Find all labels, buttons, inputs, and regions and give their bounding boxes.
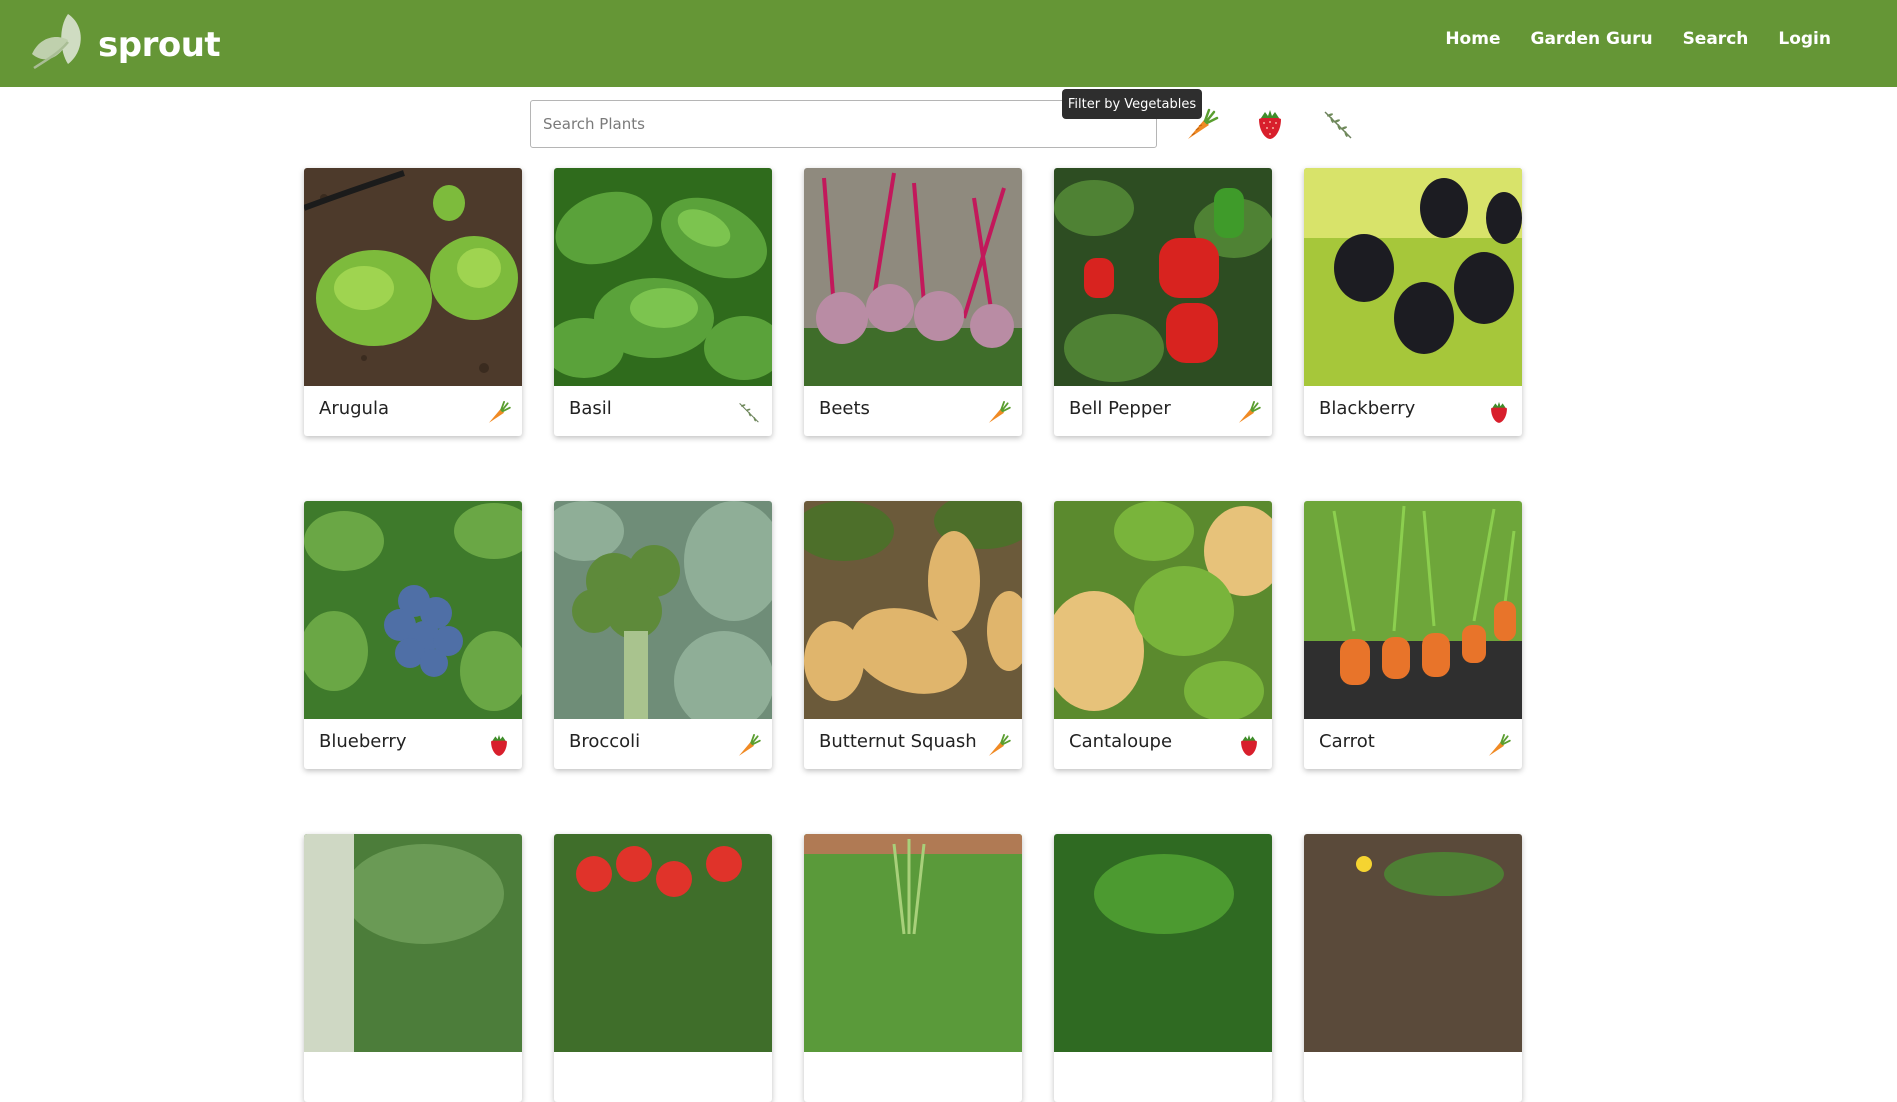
- filter-fruits-button[interactable]: [1252, 106, 1288, 142]
- plant-image: [804, 501, 1022, 719]
- plant-image: [804, 168, 1022, 386]
- plant-name: Beets: [819, 398, 870, 419]
- plant-card[interactable]: [554, 834, 772, 1102]
- plant-image: [1304, 834, 1522, 1052]
- plant-image: [304, 834, 522, 1052]
- plant-card-carrot[interactable]: Carrot: [1304, 501, 1522, 769]
- strawberry-icon: [1259, 110, 1281, 139]
- plant-card-basil[interactable]: Basil: [554, 168, 772, 436]
- carrot-icon: [486, 399, 512, 425]
- plant-card-blueberry[interactable]: Blueberry: [304, 501, 522, 769]
- plant-name: Butternut Squash: [819, 731, 977, 752]
- strawberry-icon: [1486, 399, 1512, 425]
- carrot-icon: [986, 399, 1012, 425]
- plant-name: Cantaloupe: [1069, 731, 1173, 752]
- carrot-icon: [1236, 399, 1262, 425]
- plant-image: [1304, 501, 1522, 719]
- carrot-icon: [1486, 732, 1512, 758]
- plant-card[interactable]: [304, 834, 522, 1102]
- plant-name: Carrot: [1319, 731, 1375, 752]
- plant-image: [304, 501, 522, 719]
- plant-image: [304, 168, 522, 386]
- plant-card-arugula[interactable]: Arugula: [304, 168, 522, 436]
- plant-card-cantaloupe[interactable]: Cantaloupe: [1054, 501, 1272, 769]
- plant-name: Bell Pepper: [1069, 398, 1171, 419]
- nav-search[interactable]: Search: [1683, 29, 1749, 49]
- plant-image: [1054, 501, 1272, 719]
- nav-links: Home Garden Guru Search Login: [1445, 29, 1831, 49]
- carrot-icon: [736, 732, 762, 758]
- plant-card[interactable]: [1304, 834, 1522, 1102]
- plant-card-beets[interactable]: Beets: [804, 168, 1022, 436]
- plant-image: [1304, 168, 1522, 386]
- plant-image: [1054, 168, 1272, 386]
- plant-image: [804, 834, 1022, 1052]
- carrot-icon: [986, 732, 1012, 758]
- plant-name: Arugula: [319, 398, 389, 419]
- nav-login[interactable]: Login: [1778, 29, 1831, 49]
- plant-card[interactable]: [1054, 834, 1272, 1102]
- strawberry-icon: [486, 732, 512, 758]
- plant-name: Basil: [569, 398, 612, 419]
- sprout-leaf-icon: [32, 14, 81, 70]
- filter-herbs-button[interactable]: [1320, 106, 1356, 142]
- plant-image: [554, 834, 772, 1052]
- herb-sprig-icon: [1324, 111, 1352, 139]
- herb-sprig-icon: [736, 399, 762, 425]
- top-navbar: sprout Home Garden Guru Search Login: [0, 0, 1897, 87]
- plant-card-blackberry[interactable]: Blackberry: [1304, 168, 1522, 436]
- plant-name: Blackberry: [1319, 398, 1416, 419]
- plant-name: Blueberry: [319, 731, 407, 752]
- plant-name: Broccoli: [569, 731, 641, 752]
- plant-image: [554, 501, 772, 719]
- nav-home[interactable]: Home: [1445, 29, 1500, 49]
- strawberry-icon: [1236, 732, 1262, 758]
- nav-garden-guru[interactable]: Garden Guru: [1530, 29, 1652, 49]
- plant-card-butternut-squash[interactable]: Butternut Squash: [804, 501, 1022, 769]
- plant-card[interactable]: [804, 834, 1022, 1102]
- plant-card-bell-pepper[interactable]: Bell Pepper: [1054, 168, 1272, 436]
- plant-card-broccoli[interactable]: Broccoli: [554, 501, 772, 769]
- brand-logo[interactable]: sprout: [28, 10, 221, 72]
- filter-tooltip: Filter by Vegetables: [1062, 89, 1202, 119]
- plant-image: [1054, 834, 1272, 1052]
- plant-image: [554, 168, 772, 386]
- brand-name: sprout: [98, 25, 221, 65]
